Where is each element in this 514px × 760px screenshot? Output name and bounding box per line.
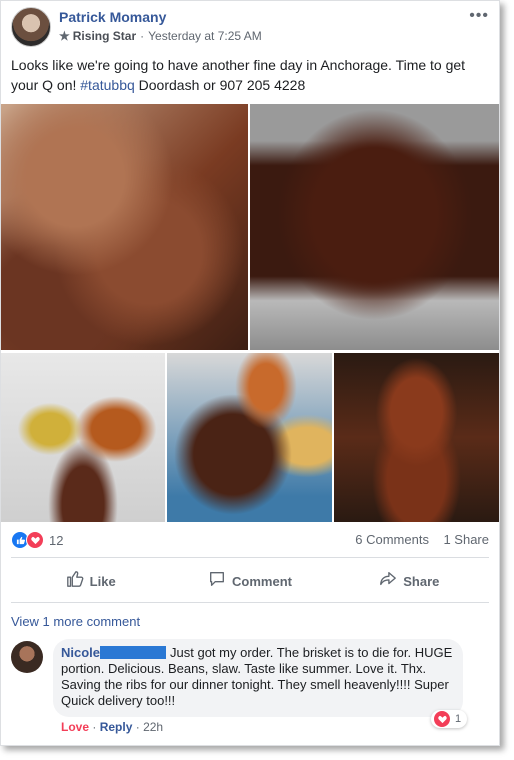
more-options-icon[interactable]: ••• — [469, 7, 489, 25]
like-button[interactable]: Like — [11, 565, 170, 597]
post-card: Patrick Momany ★ Rising Star · Yesterday… — [0, 0, 500, 746]
redacted-surname — [100, 646, 167, 659]
thumbs-up-icon — [66, 570, 84, 593]
reactions-summary[interactable]: 12 — [11, 531, 63, 549]
divider-top — [11, 557, 489, 558]
share-button[interactable]: Share — [330, 565, 489, 597]
comment-reply-button[interactable]: Reply — [100, 720, 133, 734]
photo-ribs-in-smoker[interactable] — [334, 353, 499, 522]
shares-count[interactable]: 1 Share — [443, 532, 489, 547]
rising-star-badge[interactable]: ★ Rising Star — [59, 29, 136, 43]
like-label: Like — [89, 573, 116, 589]
comments-count[interactable]: 6 Comments — [355, 532, 429, 547]
author-avatar[interactable] — [11, 7, 51, 47]
star-icon: ★ — [59, 29, 70, 43]
post-actions: Like Comment Share — [11, 565, 489, 597]
post-meta: ★ Rising Star · Yesterday at 7:25 AM — [59, 29, 262, 43]
post-text-tail: Doordash or 907 205 4228 — [134, 77, 306, 93]
comment-button[interactable]: Comment — [170, 565, 329, 597]
share-label: Share — [403, 573, 440, 589]
hashtag-link[interactable]: #tatubbq — [80, 77, 135, 93]
reaction-count: 12 — [49, 532, 64, 548]
divider-bottom — [11, 602, 489, 603]
heart-icon — [433, 710, 451, 728]
photo-bbq-platter[interactable] — [167, 353, 332, 522]
comment-reaction[interactable]: 1 — [431, 710, 468, 728]
author-name[interactable]: Patrick Momany — [59, 9, 166, 25]
action-separator: · — [135, 720, 144, 734]
comment-bubble: Nicole Just got my order. The brisket is … — [53, 639, 463, 717]
post-text: Looks like we're going to have another f… — [11, 55, 481, 95]
photo-brisket-on-grill[interactable] — [250, 104, 499, 350]
heart-icon — [26, 531, 44, 549]
comment-love-button[interactable]: Love — [61, 720, 89, 734]
comment-time[interactable]: 22h — [143, 720, 163, 734]
speech-bubble-icon — [208, 570, 226, 593]
meta-separator: · — [140, 29, 145, 43]
view-more-comments-link[interactable]: View 1 more comment — [11, 614, 140, 629]
comment-reaction-count: 1 — [455, 713, 462, 725]
comment-label: Comment — [232, 573, 292, 589]
comment-share-counts: 6 Comments 1 Share — [355, 532, 489, 547]
photo-plate-with-beans-and-slaw[interactable] — [1, 353, 165, 522]
share-arrow-icon — [379, 570, 397, 593]
post-header: Patrick Momany ★ Rising Star · Yesterday… — [11, 7, 489, 47]
post-timestamp[interactable]: Yesterday at 7:25 AM — [148, 29, 262, 43]
comment-actions: Love · Reply · 22h — [61, 720, 163, 734]
post-stats: 12 6 Comments 1 Share — [11, 529, 489, 551]
photo-grid — [1, 104, 499, 522]
photo-brisket-closeup[interactable] — [1, 104, 248, 350]
commenter-name[interactable]: Nicole — [61, 645, 100, 660]
action-separator: · — [92, 720, 100, 734]
commenter-avatar[interactable] — [11, 641, 43, 673]
badge-label: Rising Star — [72, 29, 137, 43]
